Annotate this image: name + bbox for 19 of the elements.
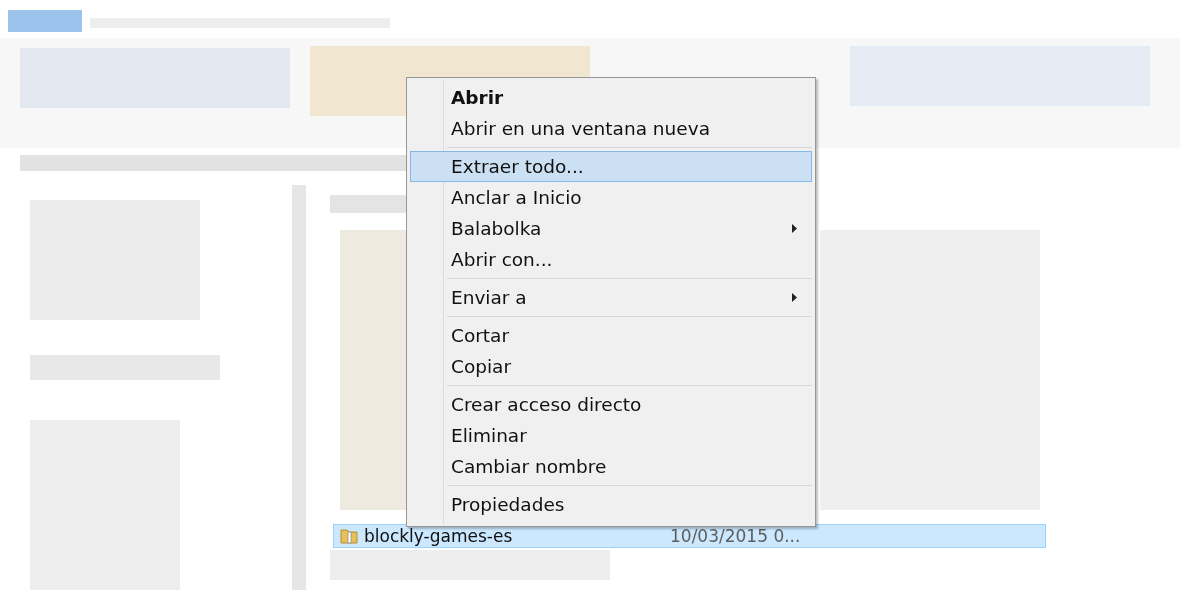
menu-item[interactable]: Copiar <box>410 351 812 382</box>
menu-item[interactable]: Eliminar <box>410 420 812 451</box>
menu-item[interactable]: Crear acceso directo <box>410 389 812 420</box>
menu-item[interactable]: Propiedades <box>410 489 812 520</box>
menu-item[interactable]: Abrir en una ventana nueva <box>410 113 812 144</box>
file-name: blockly-games-es <box>364 526 514 546</box>
file-row[interactable]: blockly-games-es 10/03/2015 0... <box>333 524 1046 548</box>
menu-item[interactable]: Cambiar nombre <box>410 451 812 482</box>
menu-item[interactable]: Abrir <box>410 82 812 113</box>
menu-item[interactable]: Cortar <box>410 320 812 351</box>
menu-item[interactable]: Enviar a <box>410 282 812 313</box>
menu-item[interactable]: Extraer todo... <box>410 151 812 182</box>
menu-item[interactable]: Anclar a Inicio <box>410 182 812 213</box>
file-date: 10/03/2015 0... <box>670 526 801 546</box>
zip-folder-icon <box>340 527 358 545</box>
menu-item[interactable]: Balabolka <box>410 213 812 244</box>
submenu-arrow-icon <box>792 224 797 233</box>
menu-item[interactable]: Abrir con... <box>410 244 812 275</box>
submenu-arrow-icon <box>792 293 797 302</box>
